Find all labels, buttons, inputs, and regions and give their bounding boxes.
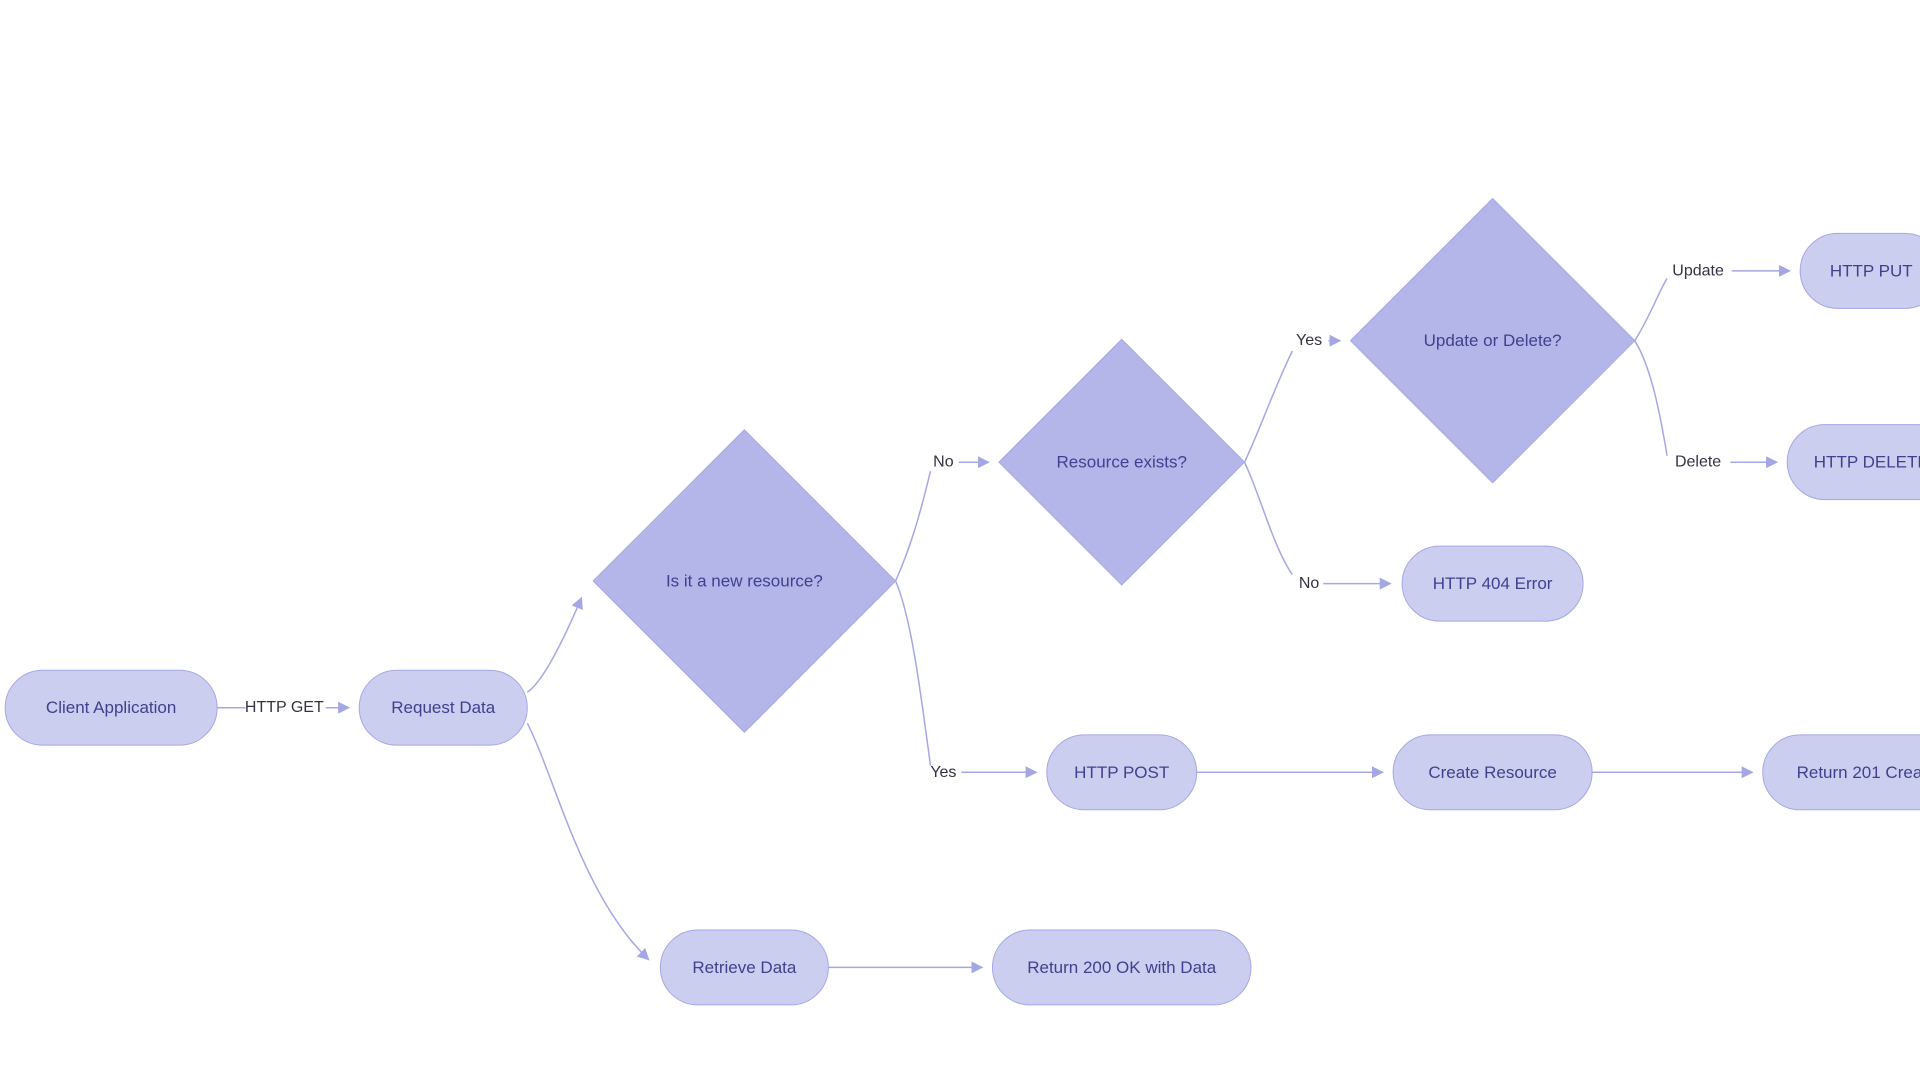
node-label: Return 200 OK with Data xyxy=(1027,958,1217,977)
nodes-layer: Client Application Request Data Is it a ne… xyxy=(5,199,1920,1005)
edge-segment xyxy=(527,723,648,960)
node-new_resource_q[interactable]: Is it a new resource? xyxy=(593,430,895,732)
edge-segment xyxy=(527,598,581,692)
edge-client_app-to-request_data: HTTP GET xyxy=(217,699,349,716)
node-client_app[interactable]: Client Application xyxy=(5,670,217,745)
edge-label: Yes xyxy=(930,764,956,781)
node-http_put[interactable]: HTTP PUT xyxy=(1800,233,1920,308)
node-label: Is it a new resource? xyxy=(666,572,823,591)
edge-request_data-to-new_resource_q xyxy=(527,598,581,692)
node-label: HTTP POST xyxy=(1074,763,1169,782)
edge-new_resource_q-to-http_post: Yes xyxy=(896,581,1037,781)
edge-resource_exists-to-http_404: No xyxy=(1245,462,1391,592)
node-ret_200_data[interactable]: Return 200 OK with Data xyxy=(992,930,1250,1005)
node-label: HTTP 404 Error xyxy=(1433,574,1553,593)
node-label: Create Resource xyxy=(1428,763,1557,782)
edge-segment xyxy=(896,471,931,581)
edge-request_data-to-retrieve_data xyxy=(527,723,648,960)
node-label: Return 201 Created xyxy=(1797,763,1920,782)
node-label: HTTP DELETE xyxy=(1814,453,1920,472)
node-resource_exists[interactable]: Resource exists? xyxy=(999,339,1245,585)
edges-layer: HTTP GET No Yes Yes No Update Delete xyxy=(217,262,1920,967)
edge-label: Yes xyxy=(1296,332,1322,349)
edge-resource_exists-to-update_delete: Yes xyxy=(1245,332,1341,462)
edge-segment xyxy=(896,581,931,766)
node-label: Update or Delete? xyxy=(1424,331,1562,350)
node-http_post[interactable]: HTTP POST xyxy=(1047,735,1197,810)
edge-label: Update xyxy=(1672,262,1724,279)
node-retrieve_data[interactable]: Retrieve Data xyxy=(660,930,828,1005)
edge-segment xyxy=(1245,462,1293,574)
edge-label: Delete xyxy=(1675,454,1721,471)
edge-label: HTTP GET xyxy=(245,699,324,716)
edge-update_delete-to-http_delete: Delete xyxy=(1635,341,1777,471)
node-label: Request Data xyxy=(391,698,495,717)
node-ret_201[interactable]: Return 201 Created xyxy=(1763,735,1920,810)
edge-update_delete-to-http_put: Update xyxy=(1635,262,1790,340)
node-label: Resource exists? xyxy=(1057,453,1187,472)
node-label: Retrieve Data xyxy=(692,958,796,977)
node-update_delete[interactable]: Update or Delete? xyxy=(1350,199,1634,483)
node-request_data[interactable]: Request Data xyxy=(359,670,527,745)
edge-segment xyxy=(1635,341,1667,456)
edge-label: No xyxy=(1299,575,1320,592)
flowchart-canvas: HTTP GET No Yes Yes No Update Delete Client Ap… xyxy=(0,0,1920,1080)
edge-new_resource_q-to-resource_exists: No xyxy=(896,454,989,581)
node-create_res[interactable]: Create Resource xyxy=(1393,735,1592,810)
edge-label: No xyxy=(933,454,954,471)
node-label: HTTP PUT xyxy=(1830,261,1913,280)
node-label: Client Application xyxy=(46,698,176,717)
node-http_404[interactable]: HTTP 404 Error xyxy=(1402,546,1583,621)
edge-segment xyxy=(1245,351,1293,462)
edge-segment xyxy=(1635,279,1667,341)
node-http_delete[interactable]: HTTP DELETE xyxy=(1787,425,1920,500)
